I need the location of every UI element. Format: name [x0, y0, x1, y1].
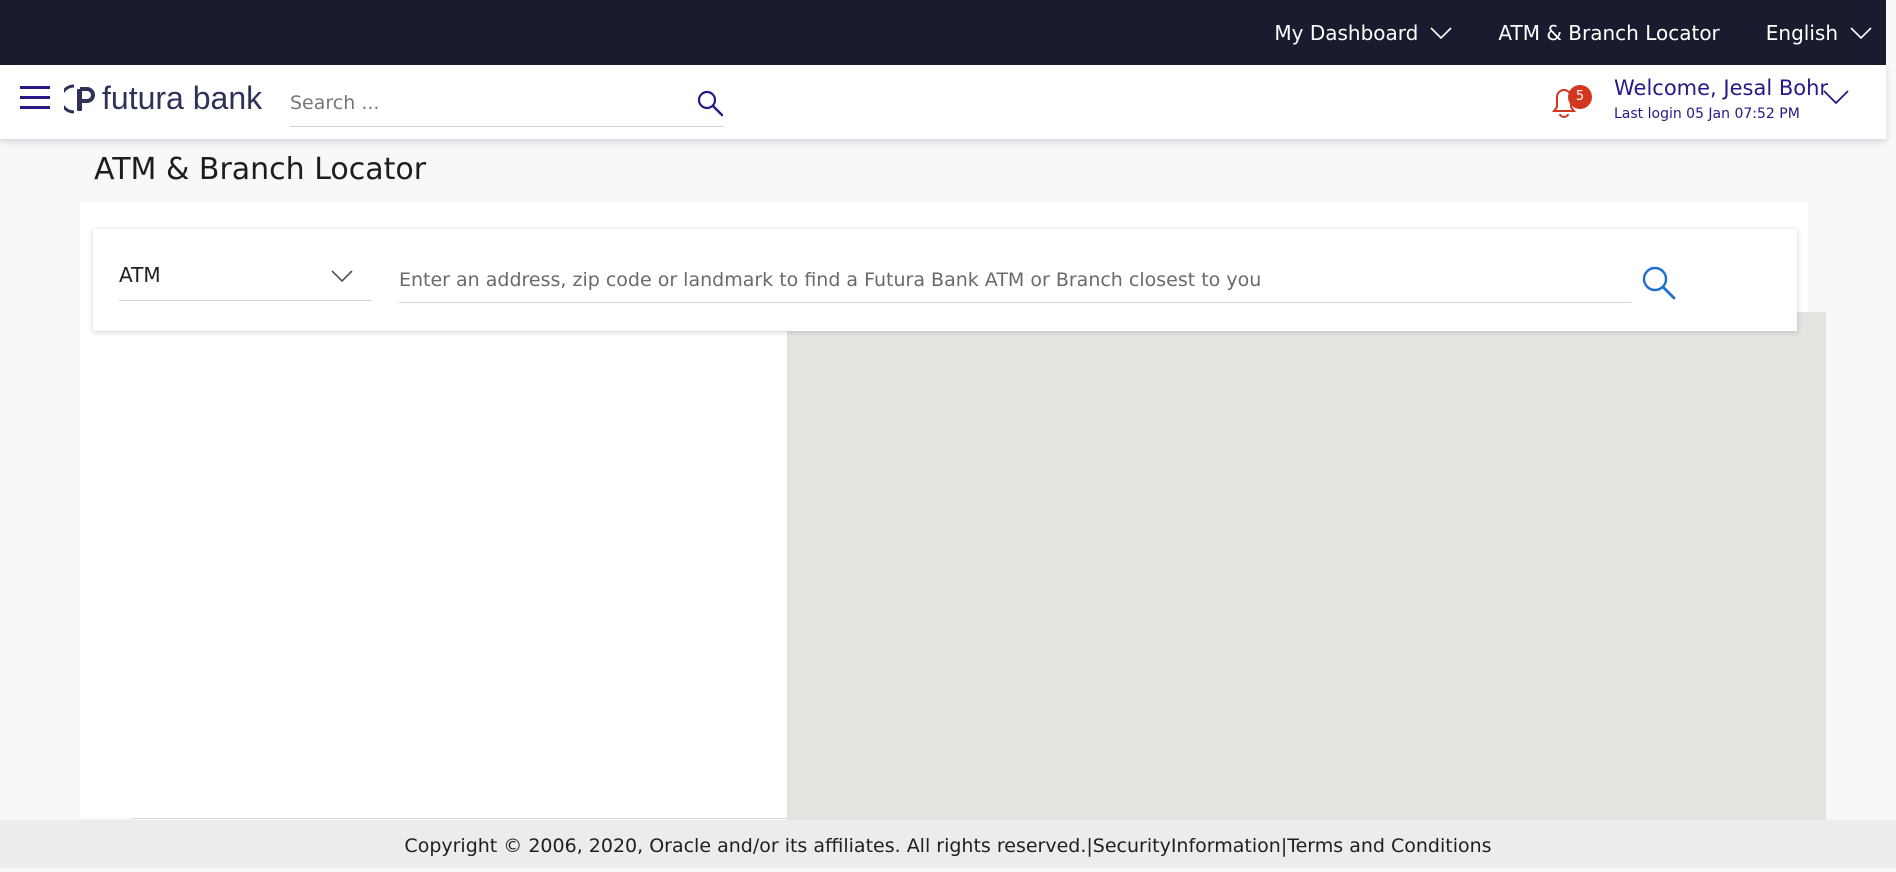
atm-branch-locator-link[interactable]: ATM & Branch Locator	[1498, 21, 1719, 45]
page-title: ATM & Branch Locator	[94, 152, 427, 187]
language-selector[interactable]: English	[1766, 21, 1872, 45]
chevron-down-icon[interactable]	[1822, 87, 1850, 107]
top-navigation-bar: My Dashboard ATM & Branch Locator Englis…	[0, 0, 1886, 65]
brand-name: futura bank	[102, 80, 263, 116]
map-view[interactable]	[787, 312, 1826, 822]
address-input[interactable]	[399, 259, 1631, 301]
language-label: English	[1765, 20, 1838, 45]
chevron-down-icon	[331, 270, 353, 283]
last-login-text: Last login 05 Jan 07:52 PM	[1614, 106, 1800, 122]
brand-logo[interactable]: futura bank	[64, 80, 262, 117]
futura-bank-logo-icon	[64, 84, 95, 113]
search-icon[interactable]	[696, 89, 724, 117]
welcome-text: Welcome, Jesal Bohr	[1614, 76, 1829, 100]
global-search	[290, 81, 724, 127]
notification-count-badge: 5	[1568, 85, 1592, 109]
terms-and-conditions-link[interactable]: Terms and Conditions	[1287, 835, 1491, 857]
atm-branch-locator-label: ATM & Branch Locator	[1498, 20, 1720, 45]
location-type-dropdown[interactable]: ATM	[119, 251, 371, 301]
security-information-link[interactable]: SecurityInformation	[1093, 835, 1281, 857]
chevron-down-icon	[1430, 26, 1452, 39]
app-header: futura bank 5 Welcome, Jesal Bohr Last l…	[0, 65, 1886, 139]
search-input[interactable]	[290, 81, 680, 125]
location-type-value: ATM	[119, 263, 161, 287]
user-profile-menu[interactable]: Welcome, Jesal Bohr Last login 05 Jan 07…	[1614, 76, 1828, 122]
address-search-field	[399, 259, 1631, 303]
my-dashboard-label: My Dashboard	[1274, 20, 1419, 45]
hamburger-menu-icon[interactable]	[20, 83, 50, 113]
locator-search-card: ATM	[93, 229, 1797, 331]
search-icon[interactable]	[1641, 265, 1677, 301]
page-footer: Copyright © 2006, 2020, Oracle and/or it…	[0, 820, 1896, 868]
footer-divider	[132, 818, 787, 819]
copyright-text: Copyright © 2006, 2020, Oracle and/or it…	[404, 835, 1087, 857]
chevron-down-icon	[1850, 26, 1872, 39]
my-dashboard-menu[interactable]: My Dashboard	[1274, 21, 1452, 45]
